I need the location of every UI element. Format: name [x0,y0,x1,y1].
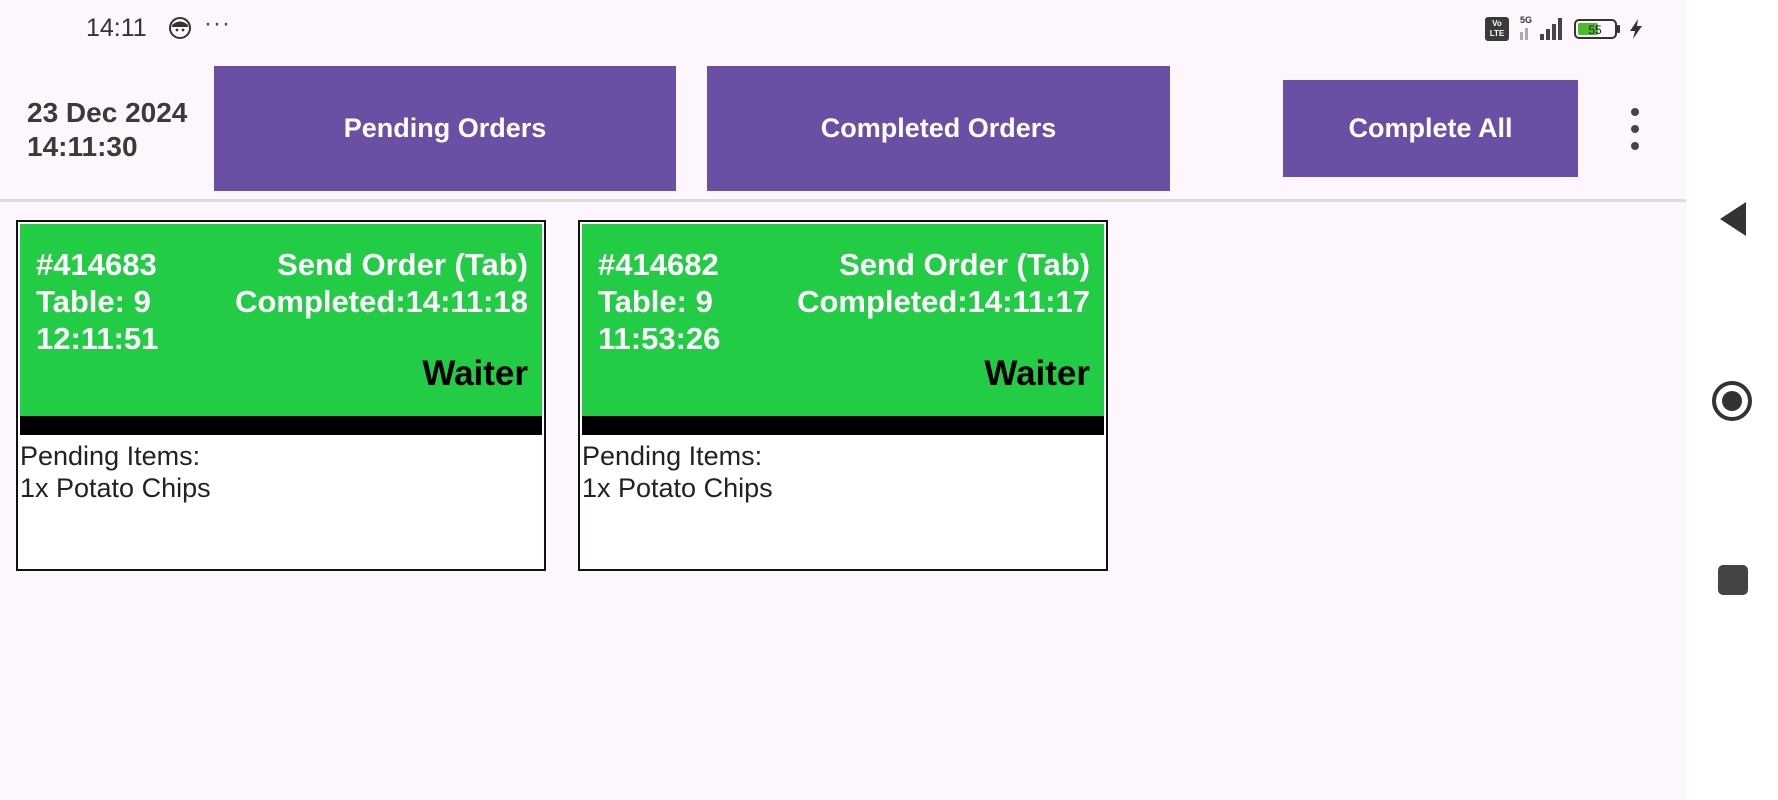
order-card[interactable]: #414683 Table: 9 12:11:51 Send Order (Ta… [16,220,546,571]
order-info: #414682 Table: 9 11:53:26 [598,246,720,357]
order-role: Waiter [422,354,528,393]
status-bar: 14:11 ··· Vo LTE 5G 55 [0,0,1686,58]
battery-level: 55 [1588,23,1602,37]
face-icon [169,17,191,39]
pending-items-label: Pending Items: [20,441,201,471]
order-item: 1x Potato Chips [20,473,211,503]
order-time: 11:53:26 [598,321,721,356]
order-items: Pending Items: 1x Potato Chips [20,440,211,504]
order-time: 12:11:51 [36,321,159,356]
order-completed-time: Completed:14:11:18 [235,284,528,319]
completed-orders-button[interactable]: Completed Orders [707,66,1170,191]
order-card[interactable]: #414682 Table: 9 11:53:26 Send Order (Ta… [578,220,1108,571]
order-card-header[interactable]: #414683 Table: 9 12:11:51 Send Order (Ta… [20,224,542,416]
pending-items-label: Pending Items: [582,441,763,471]
pending-orders-button[interactable]: Pending Orders [214,66,676,191]
menu-dot [1631,142,1639,150]
more-notifications-icon: ··· [204,10,231,37]
battery-icon: 55 [1574,19,1620,39]
current-date: 23 Dec 2024 [27,97,188,128]
order-number: #414682 [598,247,719,282]
order-card-separator [582,416,1104,435]
order-table: Table: 9 [598,284,713,319]
order-info: #414683 Table: 9 12:11:51 [36,246,158,357]
back-icon[interactable] [1718,200,1748,238]
signal-icon: 5G [1520,15,1562,40]
order-items: Pending Items: 1x Potato Chips [582,440,773,504]
order-status-info: Send Order (Tab) Completed:14:11:18 [235,246,528,320]
order-card-separator [20,416,542,435]
volte-icon: Vo LTE [1485,17,1509,41]
order-card-header[interactable]: #414682 Table: 9 11:53:26 Send Order (Ta… [582,224,1104,416]
order-completed-time: Completed:14:11:17 [797,284,1090,319]
charging-icon [1630,19,1642,39]
overflow-menu-icon[interactable] [1620,108,1650,150]
order-status: Send Order (Tab) [839,247,1090,282]
order-status-info: Send Order (Tab) Completed:14:11:17 [797,246,1090,320]
order-table: Table: 9 [36,284,151,319]
home-icon[interactable] [1711,380,1753,422]
complete-all-button[interactable]: Complete All [1283,80,1578,177]
order-item: 1x Potato Chips [582,473,773,503]
order-role: Waiter [984,354,1090,393]
header-divider [0,199,1686,202]
menu-dot [1631,125,1639,133]
network-type-label: 5G [1520,15,1532,25]
status-time: 14:11 [86,14,147,42]
order-number: #414683 [36,247,157,282]
current-time: 14:11:30 [27,131,138,162]
menu-dot [1631,108,1639,116]
recents-icon[interactable] [1718,565,1748,595]
current-datetime: 23 Dec 2024 14:11:30 [27,96,187,164]
order-status: Send Order (Tab) [277,247,528,282]
